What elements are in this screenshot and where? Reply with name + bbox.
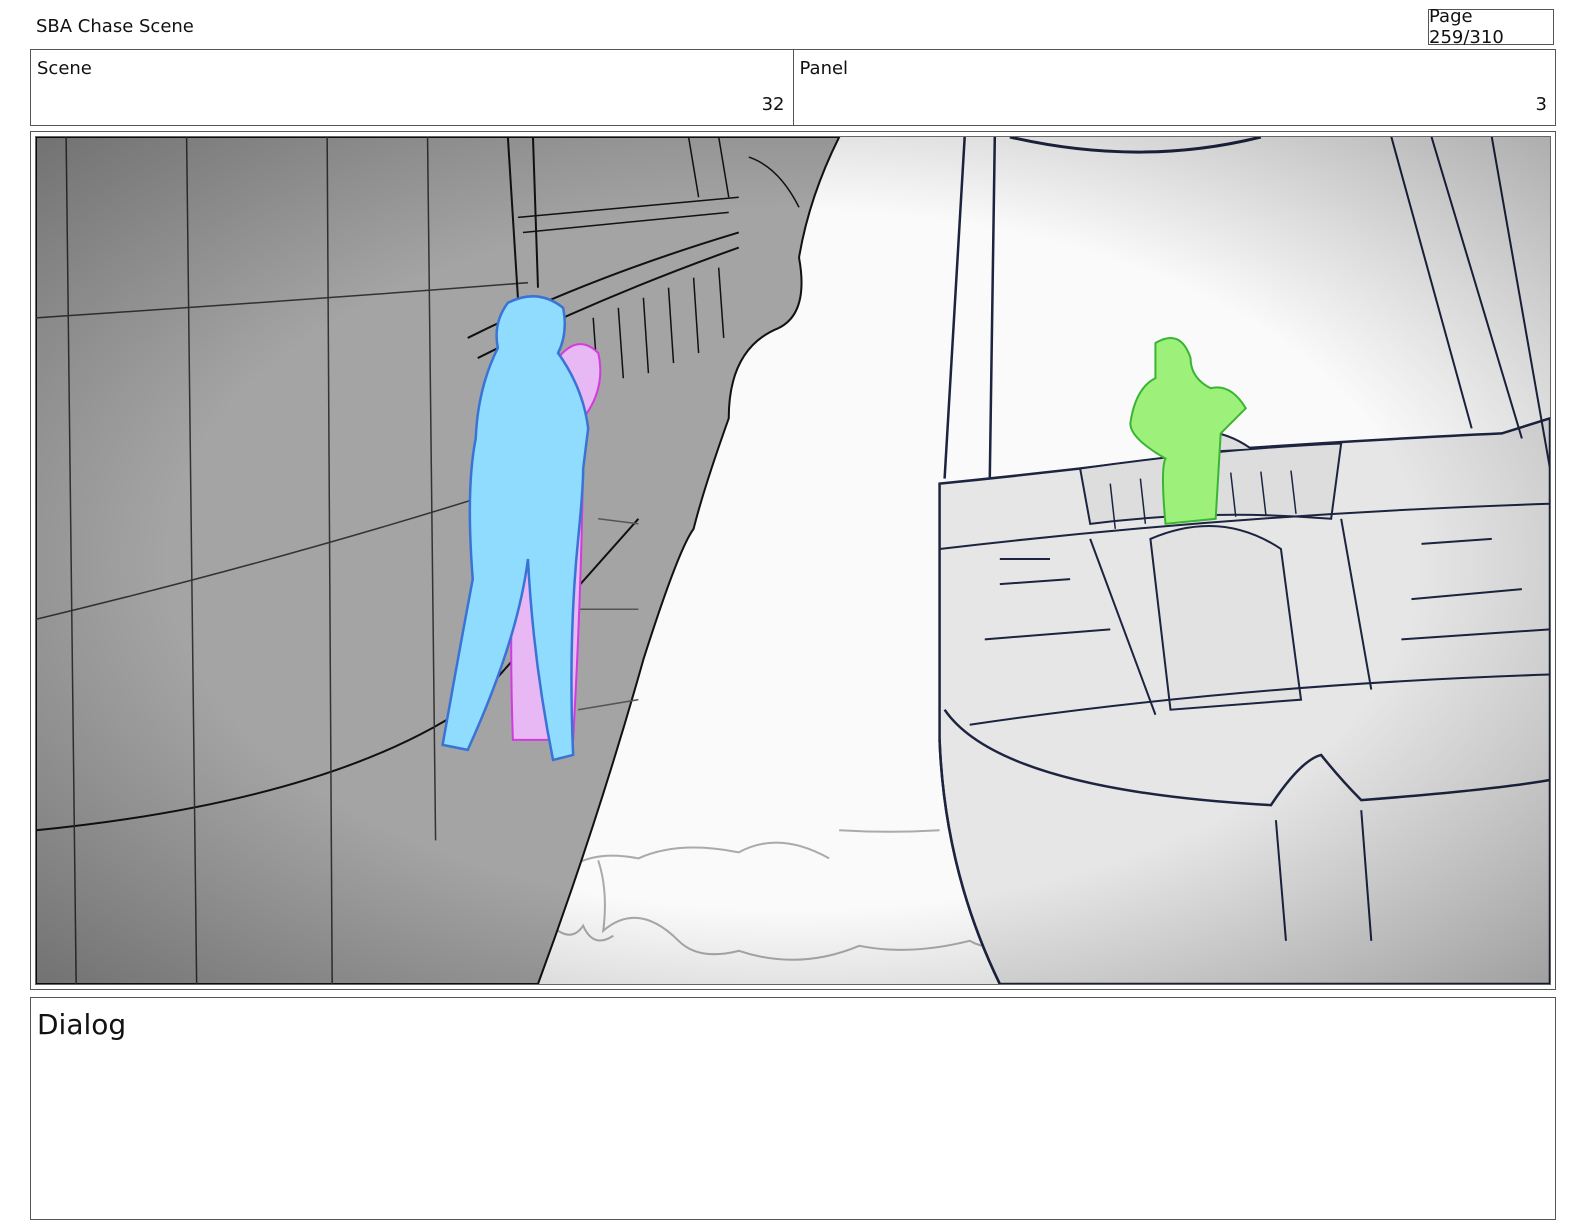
- storyboard-image: [35, 136, 1551, 985]
- scene-cell: Scene 32: [31, 50, 793, 125]
- dialog-box: Dialog: [30, 997, 1556, 1220]
- scene-label: Scene: [37, 58, 92, 79]
- panel-label: Panel: [799, 58, 849, 79]
- document-title: SBA Chase Scene: [36, 16, 194, 37]
- info-row: Scene 32 Panel 3: [30, 49, 1556, 126]
- panel-cell: Panel 3: [792, 50, 1556, 125]
- vignette: [36, 137, 1550, 984]
- panel-value: 3: [1535, 94, 1547, 115]
- dialog-label: Dialog: [37, 1008, 127, 1041]
- scene-value: 32: [761, 94, 785, 115]
- storyboard-frame: [30, 131, 1556, 990]
- page-number: Page 259/310: [1428, 6, 1554, 48]
